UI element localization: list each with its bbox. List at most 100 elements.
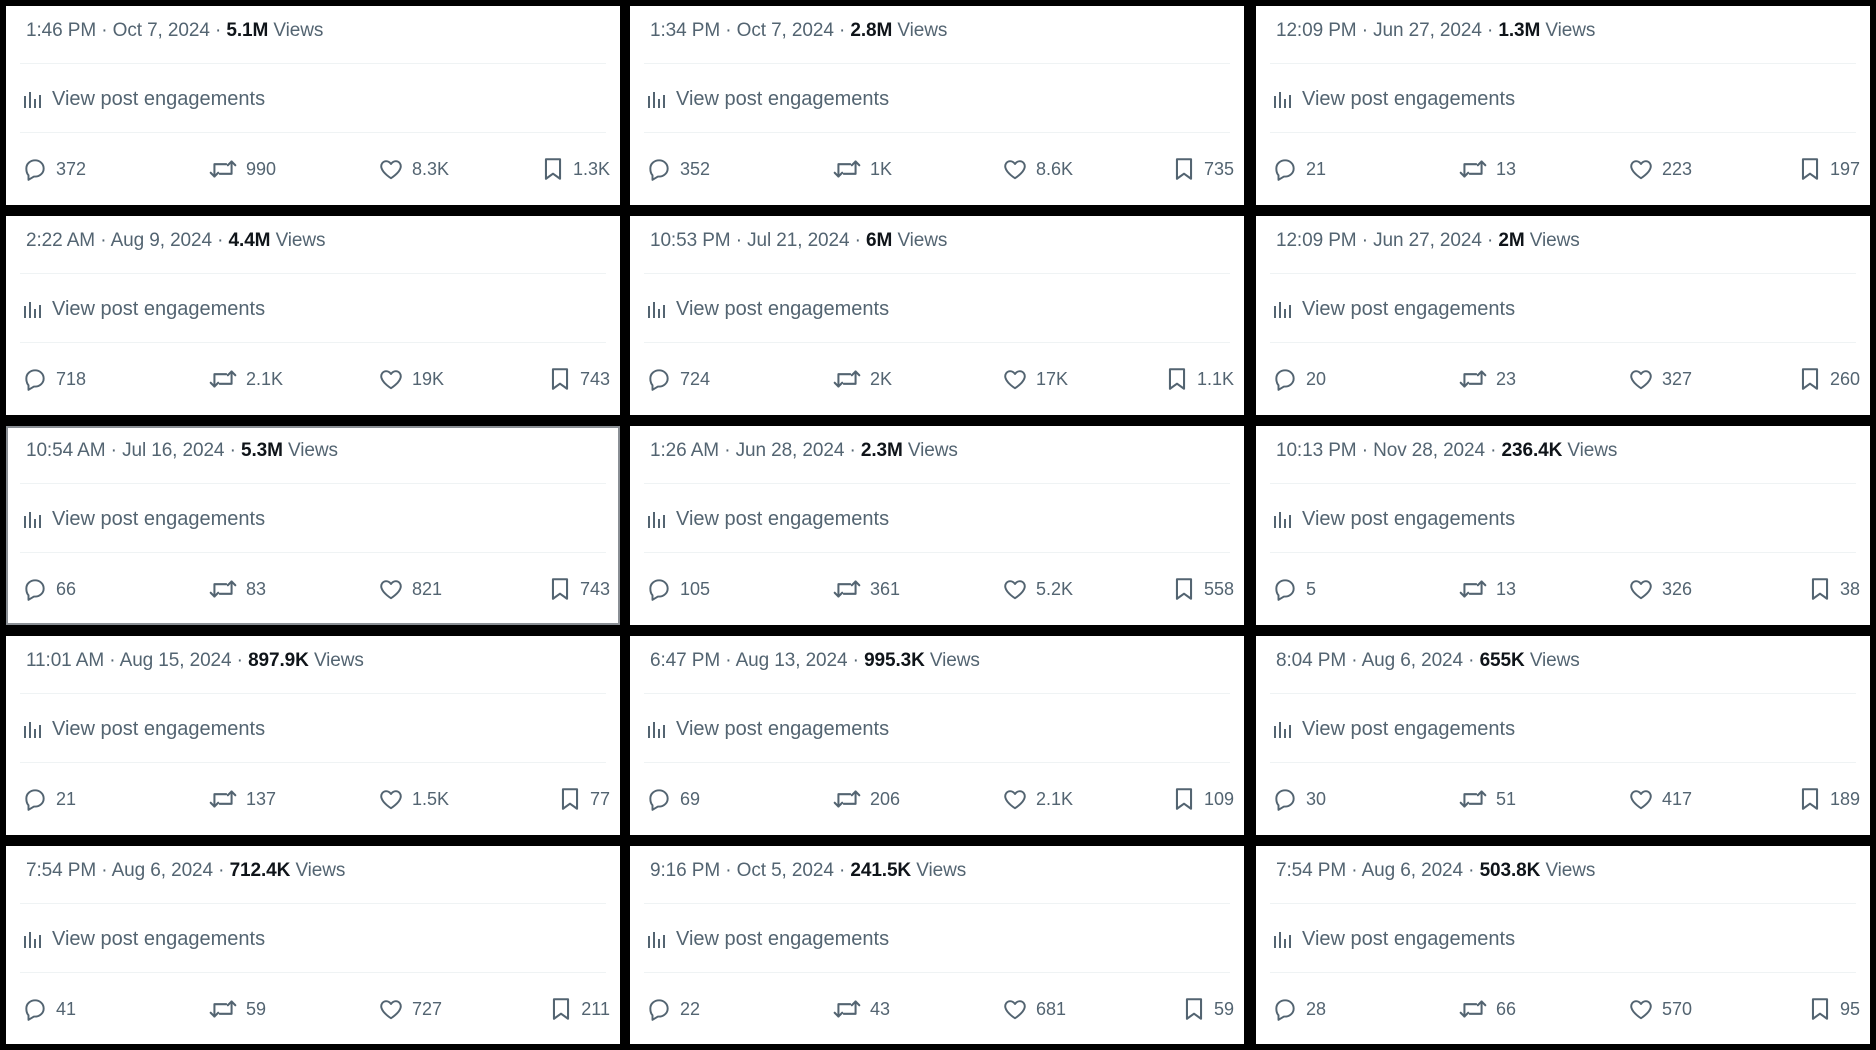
reply-button[interactable]: 21 bbox=[1272, 152, 1326, 186]
repost-button[interactable]: 83 bbox=[208, 572, 266, 606]
post-timestamp-views[interactable]: 1:26 AM · Jun 28, 2024 · 2.3M Views bbox=[650, 440, 958, 462]
engagements-label: View post engagements bbox=[1302, 298, 1516, 320]
view-post-engagements-link[interactable]: View post engagements bbox=[1272, 508, 1515, 531]
reply-button[interactable]: 28 bbox=[1272, 992, 1326, 1026]
repost-button[interactable]: 13 bbox=[1458, 152, 1516, 186]
reply-button[interactable]: 22 bbox=[646, 992, 700, 1026]
view-post-engagements-link[interactable]: View post engagements bbox=[646, 508, 889, 531]
repost-icon bbox=[209, 160, 237, 178]
repost-button[interactable]: 13 bbox=[1458, 572, 1516, 606]
reply-button[interactable]: 41 bbox=[22, 992, 76, 1026]
like-button[interactable]: 570 bbox=[1628, 992, 1692, 1026]
post-timestamp-views[interactable]: 10:53 PM · Jul 21, 2024 · 6M Views bbox=[650, 230, 947, 252]
view-post-engagements-link[interactable]: View post engagements bbox=[646, 298, 889, 321]
post-timestamp-views[interactable]: 7:54 PM · Aug 6, 2024 · 503.8K Views bbox=[1276, 860, 1595, 882]
post-timestamp-views[interactable]: 6:47 PM · Aug 13, 2024 · 995.3K Views bbox=[650, 650, 980, 672]
view-post-engagements-link[interactable]: View post engagements bbox=[1272, 88, 1515, 111]
view-post-engagements-link[interactable]: View post engagements bbox=[1272, 718, 1515, 741]
bookmark-button[interactable]: 1.1K bbox=[1165, 362, 1234, 396]
bookmark-button[interactable]: 77 bbox=[558, 782, 610, 816]
like-icon bbox=[1004, 790, 1026, 810]
bookmark-button[interactable]: 743 bbox=[548, 362, 610, 396]
view-post-engagements-link[interactable]: View post engagements bbox=[646, 88, 889, 111]
repost-button[interactable]: 2K bbox=[832, 362, 892, 396]
bookmark-button[interactable]: 95 bbox=[1808, 992, 1860, 1026]
divider bbox=[644, 693, 1230, 694]
post-timestamp-views[interactable]: 10:54 AM · Jul 16, 2024 · 5.3M Views bbox=[26, 440, 338, 462]
reply-count: 21 bbox=[1306, 158, 1327, 179]
reply-button[interactable]: 724 bbox=[646, 362, 710, 396]
post-timestamp-views[interactable]: 1:46 PM · Oct 7, 2024 · 5.1M Views bbox=[26, 20, 323, 42]
divider bbox=[20, 483, 606, 484]
post-timestamp-views[interactable]: 12:09 PM · Jun 27, 2024 · 1.3M Views bbox=[1276, 20, 1595, 42]
post-timestamp-views[interactable]: 11:01 AM · Aug 15, 2024 · 897.9K Views bbox=[26, 650, 364, 672]
view-post-engagements-link[interactable]: View post engagements bbox=[646, 928, 889, 951]
repost-button[interactable]: 59 bbox=[208, 992, 266, 1026]
reply-button[interactable]: 372 bbox=[22, 152, 86, 186]
repost-button[interactable]: 990 bbox=[208, 152, 276, 186]
separator-dot: · bbox=[1481, 20, 1499, 41]
view-post-engagements-link[interactable]: View post engagements bbox=[22, 298, 265, 321]
post-timestamp-views[interactable]: 12:09 PM · Jun 27, 2024 · 2M Views bbox=[1276, 230, 1580, 252]
reply-button[interactable]: 69 bbox=[646, 782, 700, 816]
repost-button[interactable]: 361 bbox=[832, 572, 900, 606]
repost-button[interactable]: 137 bbox=[208, 782, 276, 816]
repost-button[interactable]: 1K bbox=[832, 152, 892, 186]
like-button[interactable]: 727 bbox=[378, 992, 442, 1026]
like-button[interactable]: 223 bbox=[1628, 152, 1692, 186]
like-button[interactable]: 2.1K bbox=[1002, 782, 1073, 816]
view-post-engagements-link[interactable]: View post engagements bbox=[22, 508, 265, 531]
like-button[interactable]: 1.5K bbox=[378, 782, 449, 816]
bookmark-button[interactable]: 558 bbox=[1172, 572, 1234, 606]
post-timestamp-views[interactable]: 8:04 PM · Aug 6, 2024 · 655K Views bbox=[1276, 650, 1580, 672]
bookmark-button[interactable]: 735 bbox=[1172, 152, 1234, 186]
bookmark-button[interactable]: 38 bbox=[1808, 572, 1860, 606]
reply-button[interactable]: 718 bbox=[22, 362, 86, 396]
like-button[interactable]: 5.2K bbox=[1002, 572, 1073, 606]
post-timestamp-views[interactable]: 1:34 PM · Oct 7, 2024 · 2.8M Views bbox=[650, 20, 947, 42]
like-button[interactable]: 327 bbox=[1628, 362, 1692, 396]
reply-button[interactable]: 21 bbox=[22, 782, 76, 816]
view-post-engagements-link[interactable]: View post engagements bbox=[1272, 298, 1515, 321]
divider bbox=[644, 273, 1230, 274]
like-button[interactable]: 8.3K bbox=[378, 152, 449, 186]
like-button[interactable]: 417 bbox=[1628, 782, 1692, 816]
view-post-engagements-link[interactable]: View post engagements bbox=[22, 88, 265, 111]
like-button[interactable]: 8.6K bbox=[1002, 152, 1073, 186]
bookmark-button[interactable]: 189 bbox=[1798, 782, 1860, 816]
bookmark-button[interactable]: 260 bbox=[1798, 362, 1860, 396]
bookmark-count: 38 bbox=[1839, 578, 1860, 599]
post-timestamp-views[interactable]: 10:13 PM · Nov 28, 2024 · 236.4K Views bbox=[1276, 440, 1617, 462]
repost-button[interactable]: 206 bbox=[832, 782, 900, 816]
bookmark-button[interactable]: 1.3K bbox=[541, 152, 610, 186]
bookmark-button[interactable]: 109 bbox=[1172, 782, 1234, 816]
view-post-engagements-link[interactable]: View post engagements bbox=[646, 718, 889, 741]
like-button[interactable]: 17K bbox=[1002, 362, 1068, 396]
like-button[interactable]: 19K bbox=[378, 362, 444, 396]
like-button[interactable]: 821 bbox=[378, 572, 442, 606]
repost-button[interactable]: 2.1K bbox=[208, 362, 283, 396]
reply-button[interactable]: 105 bbox=[646, 572, 710, 606]
bookmark-button[interactable]: 743 bbox=[548, 572, 610, 606]
separator-dot: · bbox=[1481, 230, 1499, 251]
view-post-engagements-link[interactable]: View post engagements bbox=[22, 718, 265, 741]
repost-button[interactable]: 43 bbox=[832, 992, 890, 1026]
view-post-engagements-link[interactable]: View post engagements bbox=[1272, 928, 1515, 951]
reply-button[interactable]: 30 bbox=[1272, 782, 1326, 816]
view-post-engagements-link[interactable]: View post engagements bbox=[22, 928, 265, 951]
like-button[interactable]: 326 bbox=[1628, 572, 1692, 606]
post-timestamp-views[interactable]: 7:54 PM · Aug 6, 2024 · 712.4K Views bbox=[26, 860, 345, 882]
bookmark-button[interactable]: 59 bbox=[1182, 992, 1234, 1026]
reply-button[interactable]: 66 bbox=[22, 572, 76, 606]
repost-button[interactable]: 23 bbox=[1458, 362, 1516, 396]
like-button[interactable]: 681 bbox=[1002, 992, 1066, 1026]
post-timestamp-views[interactable]: 2:22 AM · Aug 9, 2024 · 4.4M Views bbox=[26, 230, 326, 252]
repost-button[interactable]: 51 bbox=[1458, 782, 1516, 816]
post-timestamp-views[interactable]: 9:16 PM · Oct 5, 2024 · 241.5K Views bbox=[650, 860, 966, 882]
bookmark-button[interactable]: 197 bbox=[1798, 152, 1860, 186]
bookmark-button[interactable]: 211 bbox=[549, 992, 610, 1026]
reply-button[interactable]: 20 bbox=[1272, 362, 1326, 396]
reply-button[interactable]: 5 bbox=[1272, 572, 1316, 606]
repost-button[interactable]: 66 bbox=[1458, 992, 1516, 1026]
reply-button[interactable]: 352 bbox=[646, 152, 710, 186]
